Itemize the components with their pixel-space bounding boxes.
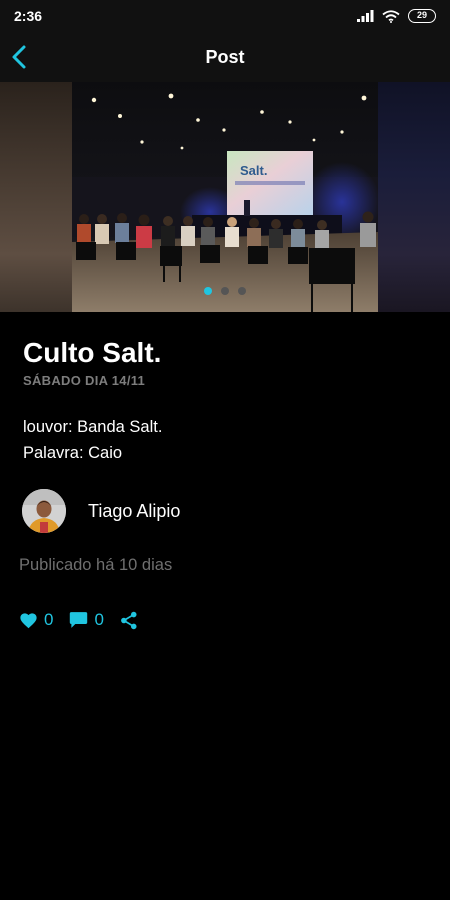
image-carousel[interactable]: Salt.: [0, 82, 450, 312]
author-row[interactable]: Tiago Alipio: [22, 489, 180, 533]
status-bar: 2:36 29: [0, 0, 450, 32]
author-name[interactable]: Tiago Alipio: [88, 501, 180, 522]
heart-icon: [20, 612, 37, 628]
published-time: Publicado há 10 dias: [19, 556, 173, 574]
signal-icon: [357, 10, 374, 22]
author-photo: [22, 489, 66, 533]
carousel-indicator: [0, 287, 450, 295]
like-count: 0: [44, 610, 54, 629]
post-body: louvor: Banda Salt. Palavra: Caio: [23, 414, 162, 466]
status-icons: 29: [357, 8, 436, 24]
chat-bubble-icon: [70, 612, 88, 628]
carousel-dot-1[interactable]: [204, 287, 212, 295]
post-body-line: Palavra: Caio: [23, 444, 123, 462]
page-title: Post: [205, 47, 245, 67]
carousel-dot-3[interactable]: [238, 287, 246, 295]
like-button[interactable]: 0: [19, 610, 53, 630]
comment-count: 0: [94, 610, 104, 629]
status-time: 2:36: [14, 8, 43, 24]
post-body-line: louvor: Banda Salt.: [23, 418, 163, 436]
battery-icon: 29: [408, 9, 436, 23]
post-date: SÁBADO DIA 14/11: [23, 373, 146, 388]
post-actions: 0 0: [19, 608, 154, 632]
next-image-peek: [378, 82, 450, 312]
wifi-icon: [382, 9, 400, 23]
screen-text: Salt.: [240, 163, 267, 178]
carousel-dot-2[interactable]: [221, 287, 229, 295]
app-bar: Post: [0, 32, 450, 82]
post-title: Culto Salt.: [23, 337, 162, 368]
post-photo: Salt.: [72, 82, 378, 312]
share-icon: [121, 611, 137, 629]
previous-image-peek: [0, 82, 72, 312]
comment-button[interactable]: 0: [69, 610, 104, 630]
share-button[interactable]: [120, 611, 138, 630]
avatar[interactable]: [22, 489, 66, 533]
